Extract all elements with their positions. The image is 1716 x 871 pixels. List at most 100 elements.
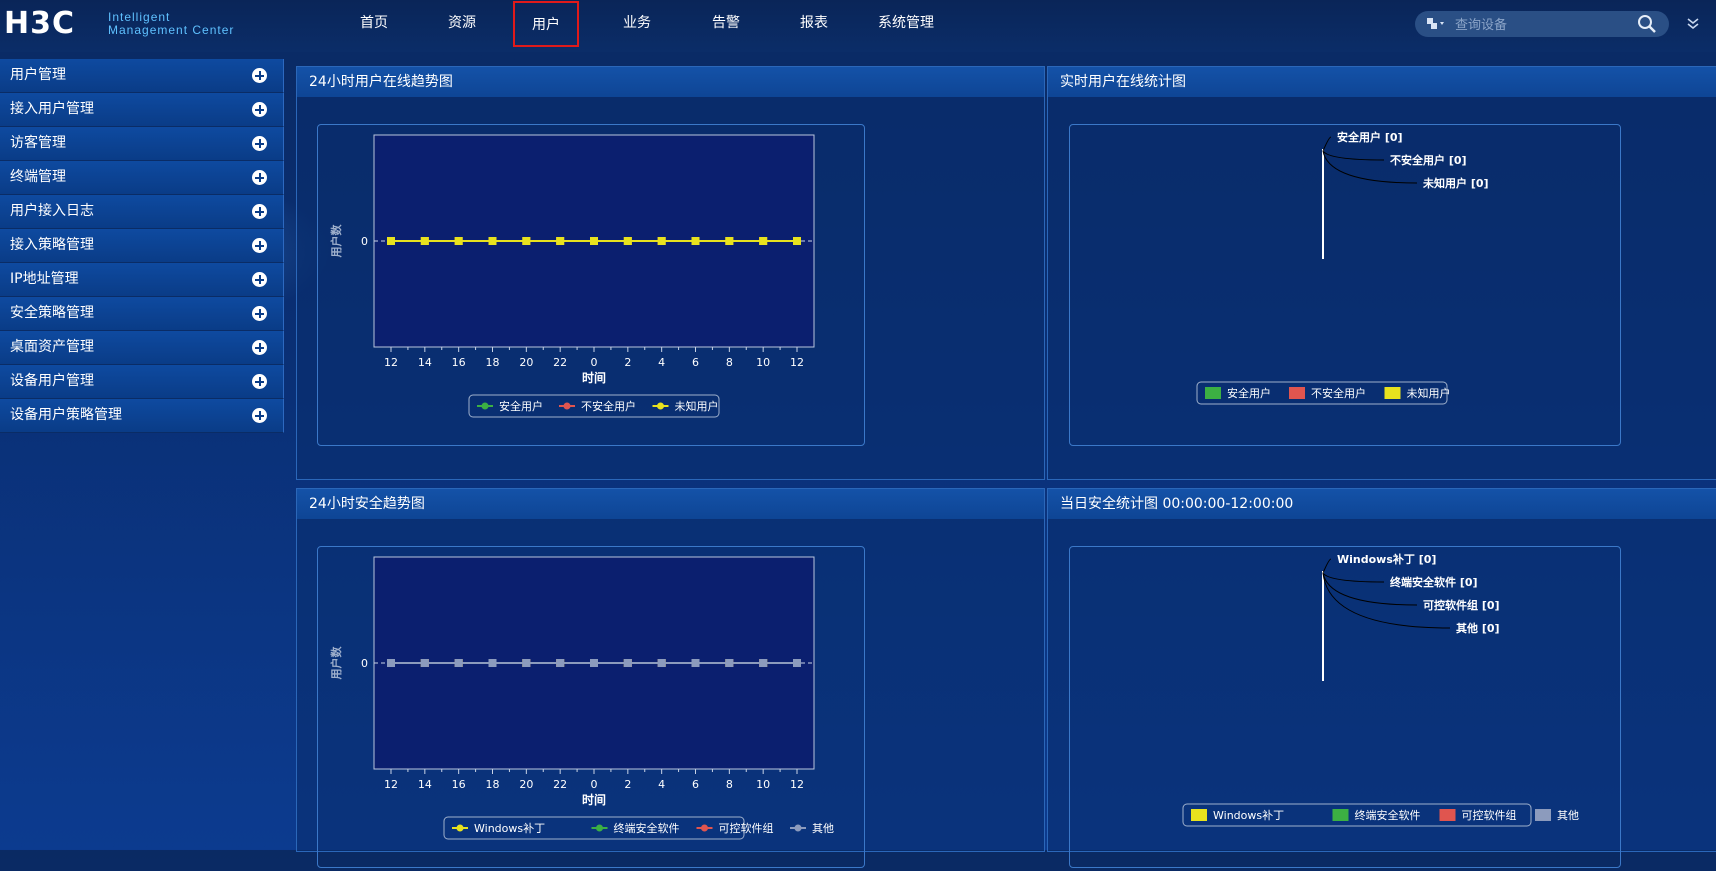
search-icon[interactable] <box>1637 14 1657 34</box>
data-point <box>623 659 632 667</box>
x-tick-label: 18 <box>486 778 500 791</box>
legend-label: 可控软件组 <box>719 821 774 835</box>
legend-item: 其他 <box>790 822 834 835</box>
sidebar-item-terminal-management[interactable]: 终端管理 <box>0 161 284 195</box>
sidebar-item-label: 访客管理 <box>10 135 66 151</box>
expand-plus-icon[interactable] <box>252 102 267 117</box>
sidebar-item-device-user-policy[interactable]: 设备用户策略管理 <box>0 399 284 433</box>
sidebar-item-label: 设备用户管理 <box>10 373 94 389</box>
legend-label: 其他 <box>1557 809 1579 822</box>
expand-plus-icon[interactable] <box>252 170 267 185</box>
data-point <box>759 237 768 245</box>
x-tick-label: 6 <box>692 356 699 369</box>
sidebar-item-label: 用户管理 <box>10 67 66 83</box>
sidebar-item-access-policy[interactable]: 接入策略管理 <box>0 229 284 263</box>
pie-slice-label: 终端安全软件 [0] <box>1390 575 1478 589</box>
nav-system[interactable]: 系统管理 <box>870 0 942 52</box>
logo-subtitle: Intelligent Management Center <box>108 11 234 37</box>
security-stat-pie: Windows补丁 [0] 终端安全软件 [0] 可控软件组 [0] 其他 [0] Wi… <box>1182 552 1579 827</box>
legend-label: 安全用户 <box>1227 386 1271 400</box>
data-point <box>793 659 801 667</box>
x-tick-label: 16 <box>452 356 466 369</box>
chart-frame: 安全用户 [0] 不安全用户 [0] 未知用户 [0] 安全用户 不安全用户 未知用户 <box>1069 124 1621 446</box>
sidebar-item-ip-management[interactable]: IP地址管理 <box>0 263 284 297</box>
data-point <box>488 659 497 667</box>
sidebar-item-access-log[interactable]: 用户接入日志 <box>0 195 284 229</box>
logo-subtitle-line2: Management Center <box>108 23 235 37</box>
expand-plus-icon[interactable] <box>252 136 267 151</box>
expand-plus-icon[interactable] <box>252 408 267 423</box>
pie-slice-label: 其他 [0] <box>1456 621 1500 635</box>
search-input[interactable] <box>1453 14 1637 36</box>
expand-plus-icon[interactable] <box>252 204 267 219</box>
legend-item: 可控软件组 <box>696 821 774 835</box>
legend-swatch <box>1332 809 1349 821</box>
legend-swatch-marker <box>794 824 802 832</box>
x-tick-label: 6 <box>692 778 699 791</box>
x-tick-label: 10 <box>756 778 770 791</box>
expand-plus-icon[interactable] <box>252 340 267 355</box>
legend-item: 终端安全软件 <box>591 821 680 835</box>
data-point <box>420 659 429 667</box>
search-box <box>1415 11 1669 37</box>
sidebar-item-label: 终端管理 <box>10 169 66 185</box>
sidebar-item-guest-management[interactable]: 访客管理 <box>0 127 284 161</box>
data-point <box>522 659 531 667</box>
logo-text: H3C <box>4 6 75 41</box>
legend-swatch <box>1289 387 1305 399</box>
legend-item: 未知用户 <box>1384 386 1451 400</box>
legend-swatch-marker <box>657 402 664 410</box>
expand-plus-icon[interactable] <box>252 238 267 253</box>
data-point <box>590 659 598 667</box>
sidebar-item-label: 接入用户管理 <box>10 101 94 117</box>
pie-slice-label: 未知用户 [0] <box>1422 176 1489 190</box>
legend-swatch-marker <box>596 824 603 832</box>
nav-alarm[interactable]: 告警 <box>704 0 748 52</box>
expand-plus-icon[interactable] <box>252 306 267 321</box>
sidebar-item-access-user-management[interactable]: 接入用户管理 <box>0 93 284 127</box>
pie-label-connector <box>1322 572 1385 583</box>
x-tick-label: 16 <box>452 778 466 791</box>
device-filter-icon[interactable] <box>1427 17 1449 31</box>
nav-report[interactable]: 报表 <box>792 0 836 52</box>
data-point <box>759 659 768 667</box>
sidebar-item-desktop-asset[interactable]: 桌面资产管理 <box>0 331 284 365</box>
sidebar-item-security-policy[interactable]: 安全策略管理 <box>0 297 284 331</box>
x-axis-label: 时间 <box>582 792 606 807</box>
nav-service[interactable]: 业务 <box>615 0 659 52</box>
data-point <box>488 237 497 245</box>
data-point <box>420 237 429 245</box>
expand-plus-icon[interactable] <box>252 68 267 83</box>
nav-resource[interactable]: 资源 <box>440 0 484 52</box>
data-point <box>387 237 395 245</box>
x-tick-label: 12 <box>384 356 398 369</box>
sidebar-item-device-user[interactable]: 设备用户管理 <box>0 365 284 399</box>
chart-frame: 0 用户数 12 14 16 18 20 22 0 2 4 6 8 10 12 时间 安全用户 不安全用户 未知用户 <box>317 124 865 446</box>
data-point <box>590 237 598 245</box>
sidebar-item-user-management[interactable]: 用户管理 <box>0 59 284 93</box>
nav-user[interactable]: 用户 <box>513 1 579 47</box>
legend-swatch <box>1384 387 1401 399</box>
legend-item: 可控软件组 <box>1439 808 1517 822</box>
nav-home[interactable]: 首页 <box>352 0 396 52</box>
x-tick-label: 12 <box>790 778 804 791</box>
x-tick-label: 8 <box>726 778 733 791</box>
expand-plus-icon[interactable] <box>252 374 267 389</box>
x-tick-label: 8 <box>726 356 733 369</box>
legend-swatch <box>1535 809 1551 821</box>
data-point <box>623 237 632 245</box>
legend-label: 未知用户 <box>675 399 719 413</box>
x-tick-label: 2 <box>624 356 631 369</box>
expand-plus-icon[interactable] <box>252 272 267 287</box>
online-stat-panel: 实时用户在线统计图 安全用户 [0] 不安全用户 [0] 未知用户 [0] 安全用户 不… <box>1047 66 1716 480</box>
y-tick-label: 0 <box>361 657 368 670</box>
sidebar-item-label: 接入策略管理 <box>10 237 94 253</box>
double-chevron-down-icon[interactable] <box>1685 16 1701 32</box>
online-trend-panel: 24小时用户在线趋势图 0 用户数 12 14 16 18 20 22 0 2 4 6 8 10 12 时间安… <box>296 66 1045 480</box>
legend-swatch-marker <box>563 402 571 410</box>
legend-item: 安全用户 <box>1205 386 1271 400</box>
legend-swatch <box>1205 387 1221 399</box>
data-point <box>522 237 531 245</box>
pie-slice-label: 安全用户 [0] <box>1337 130 1403 144</box>
data-point <box>454 237 463 245</box>
